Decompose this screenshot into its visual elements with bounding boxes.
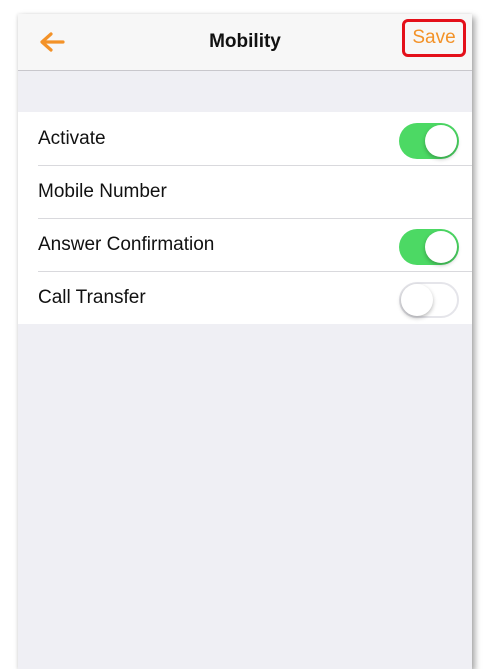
setting-row-answer-confirmation: Answer Confirmation <box>18 218 472 271</box>
navigation-bar: Mobility Save <box>18 14 472 71</box>
mobility-screen: Mobility Save Activate Mobile Number Ans… <box>18 14 472 669</box>
setting-row-activate: Activate <box>18 112 472 165</box>
toggle-knob <box>401 284 433 316</box>
setting-label: Call Transfer <box>38 286 146 308</box>
setting-row-mobile-number[interactable]: Mobile Number <box>18 165 472 218</box>
setting-label: Mobile Number <box>38 180 167 202</box>
answer-confirmation-toggle[interactable] <box>399 229 459 265</box>
settings-list: Activate Mobile Number Answer Confirmati… <box>18 112 472 324</box>
toggle-knob <box>425 125 457 157</box>
setting-row-call-transfer: Call Transfer <box>18 271 472 324</box>
call-transfer-toggle[interactable] <box>399 282 459 318</box>
activate-toggle[interactable] <box>399 123 459 159</box>
setting-label: Answer Confirmation <box>38 233 215 255</box>
setting-label: Activate <box>38 127 106 149</box>
toggle-knob <box>425 231 457 263</box>
save-button[interactable]: Save <box>402 19 466 57</box>
